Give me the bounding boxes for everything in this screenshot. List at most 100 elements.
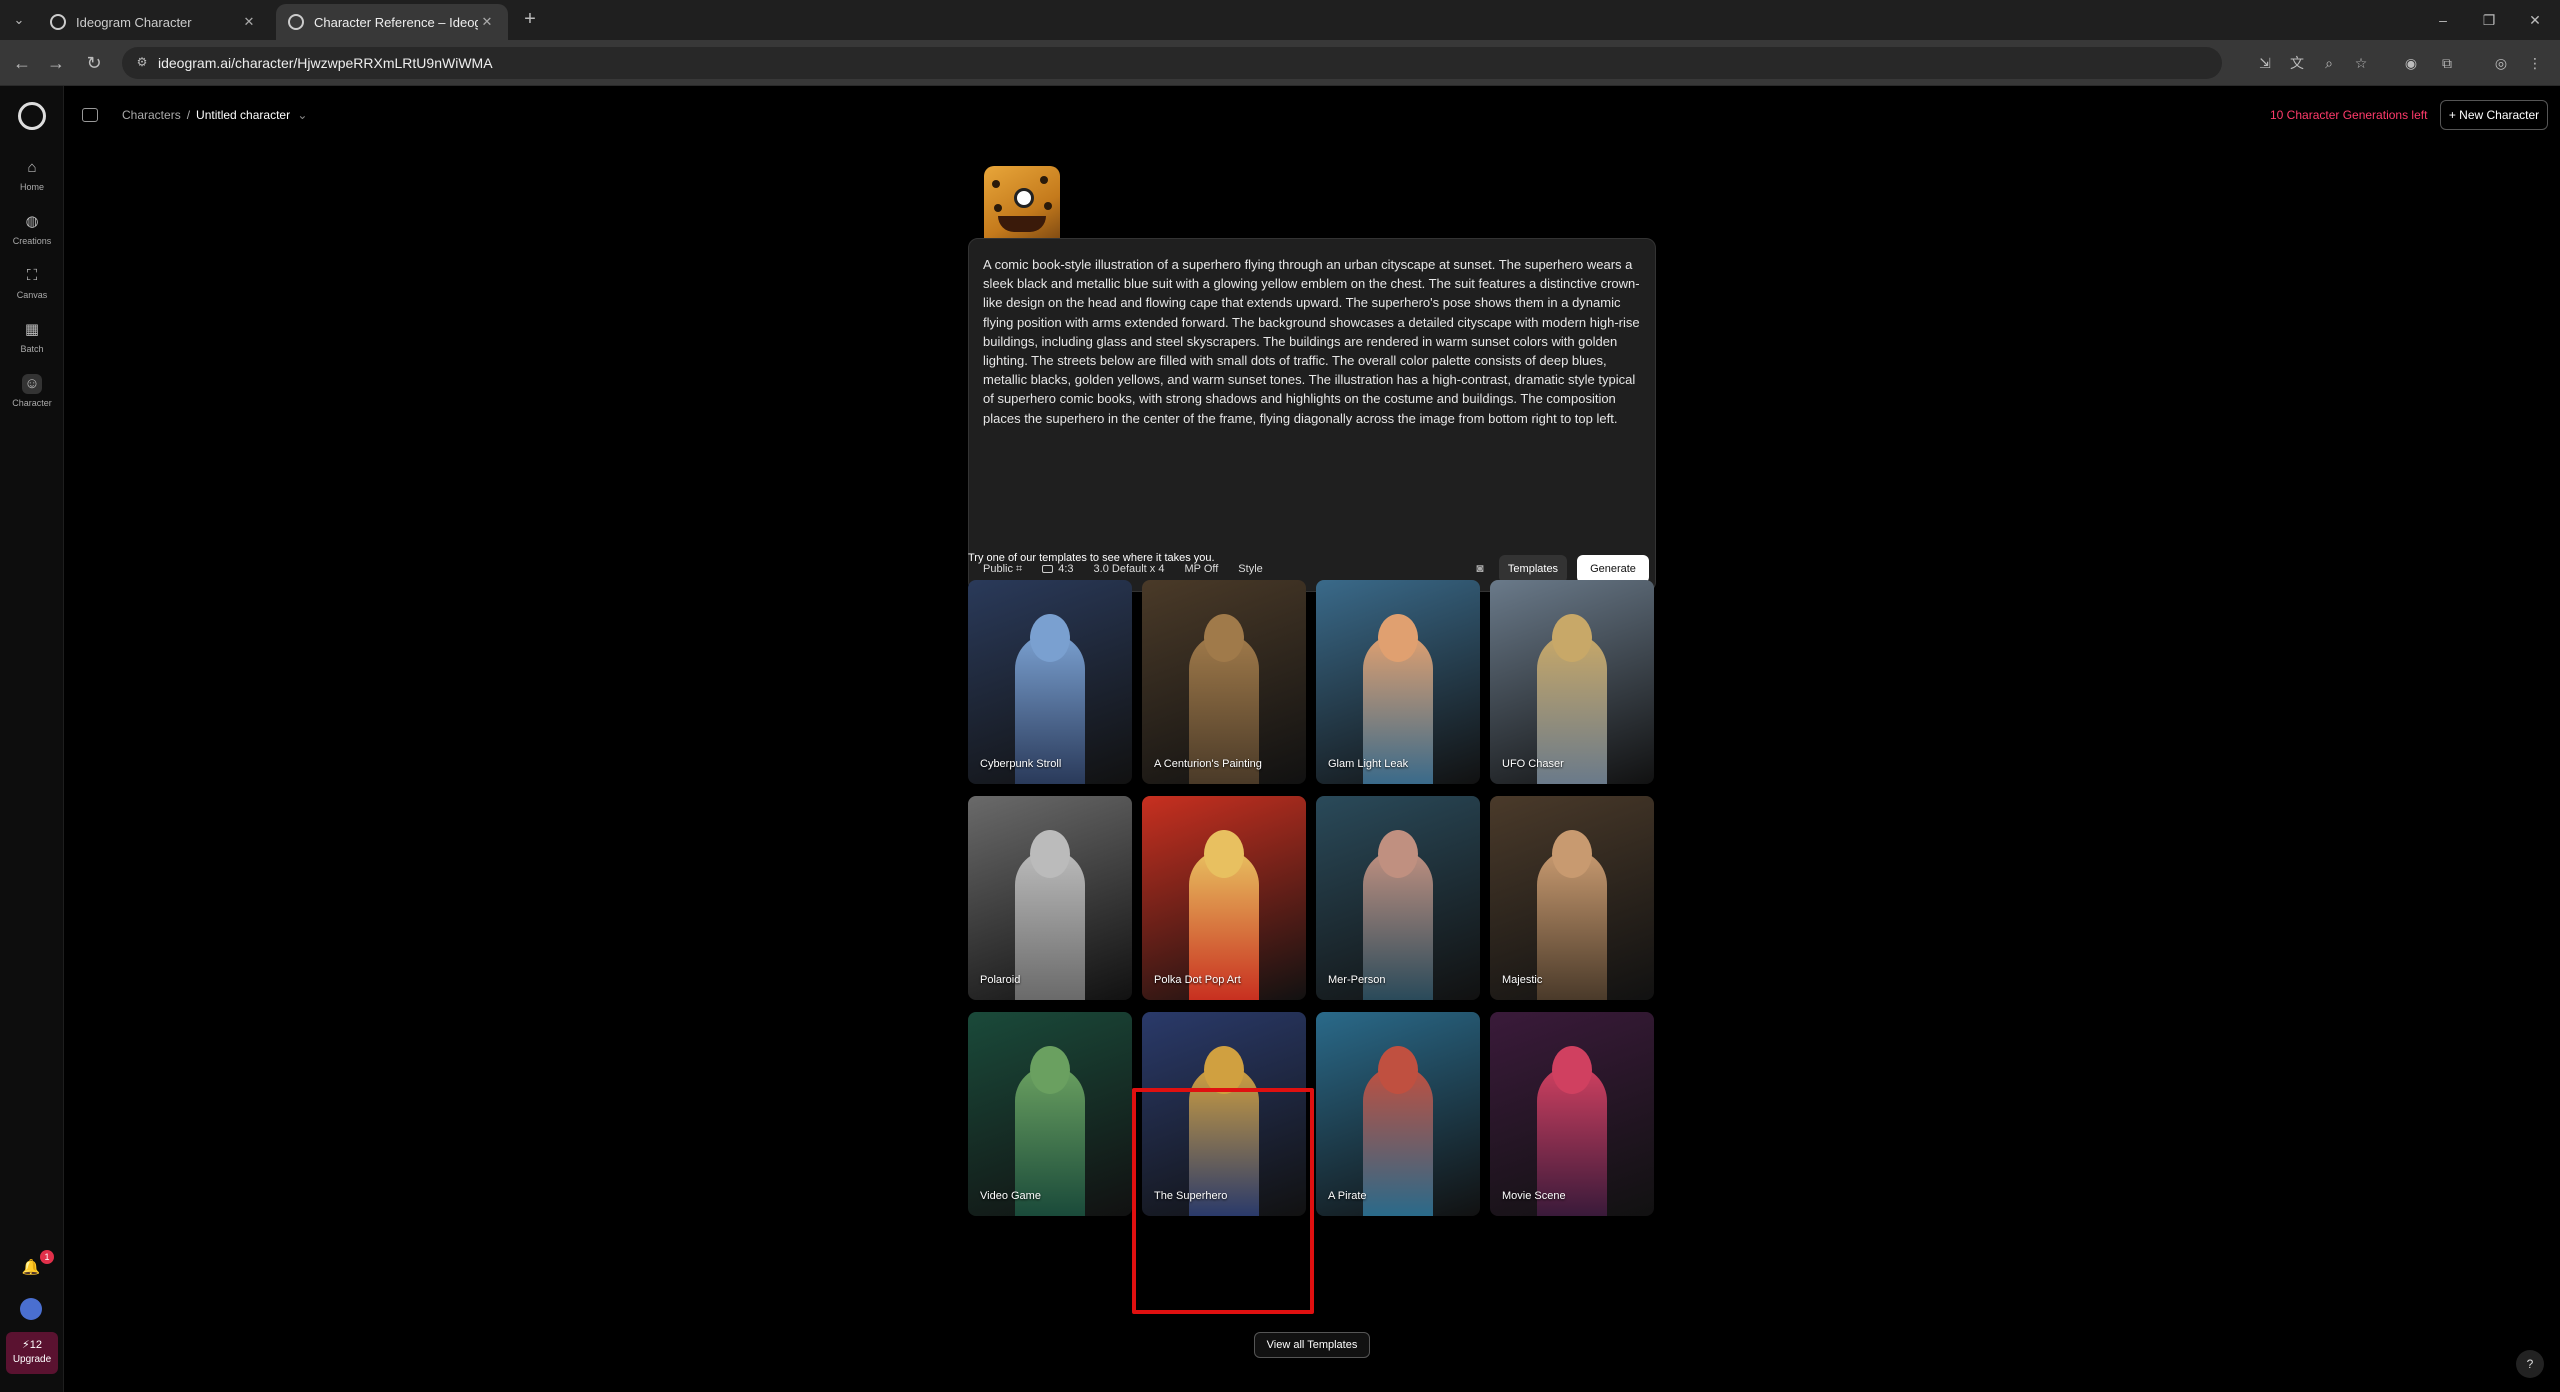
extension-icon[interactable]: ◉ — [2400, 52, 2422, 74]
home-icon: ⌂ — [27, 159, 37, 176]
template-card-label: Movie Scene — [1502, 1190, 1566, 1202]
character-icon: ☺ — [22, 374, 42, 394]
template-figure-head — [1030, 830, 1070, 878]
browser-tab-2[interactable]: Character Reference – Ideogr… ✕ — [276, 4, 508, 40]
ideogram-favicon-icon — [288, 14, 304, 30]
template-figure-head — [1030, 1046, 1070, 1094]
magic-prompt-option[interactable]: MP Off — [1184, 563, 1218, 575]
template-card-label: UFO Chaser — [1502, 758, 1564, 770]
creations-icon: ◍ — [25, 213, 39, 230]
template-figure-head — [1204, 830, 1244, 878]
generations-left-text: 10 Character Generations left — [2270, 108, 2428, 122]
notification-badge: 1 — [40, 1250, 54, 1264]
sidebar-item-home[interactable]: ⌂ Home — [4, 152, 60, 200]
sidebar: ⌂ Home ◍ Creations ⛶ Canvas ▦ Batch ☺ Ch… — [0, 86, 64, 1392]
upgrade-button[interactable]: ⚡12 Upgrade — [6, 1332, 58, 1374]
sidebar-item-batch[interactable]: ▦ Batch — [4, 314, 60, 362]
template-figure-head — [1552, 1046, 1592, 1094]
template-card[interactable]: Glam Light Leak — [1316, 580, 1480, 784]
browser-tab-1[interactable]: Ideogram Character ✕ — [38, 4, 270, 40]
canvas-icon: ⛶ — [26, 267, 38, 284]
close-tab-icon[interactable]: ✕ — [478, 14, 496, 30]
site-settings-icon[interactable]: ⚙ — [134, 55, 150, 71]
template-card[interactable]: Video Game — [968, 1012, 1132, 1216]
breadcrumb-characters[interactable]: Characters — [122, 108, 181, 122]
template-figure-head — [1378, 614, 1418, 662]
template-figure-head — [1378, 1046, 1418, 1094]
extensions-puzzle-icon[interactable]: ⧉ — [2436, 52, 2458, 74]
templates-button[interactable]: Templates — [1499, 555, 1567, 583]
credits-count: ⚡12 — [22, 1339, 42, 1351]
generate-button[interactable]: Generate — [1577, 555, 1649, 583]
reload-icon[interactable]: ↻ — [82, 51, 106, 75]
chevron-down-icon[interactable]: ⌄ — [297, 108, 307, 122]
template-card-label: Mer-Person — [1328, 974, 1386, 986]
help-button[interactable]: ? — [2516, 1350, 2544, 1378]
visibility-toggle[interactable]: Public ⌗ — [983, 563, 1022, 576]
close-window-icon[interactable]: ✕ — [2512, 6, 2558, 34]
install-app-icon[interactable]: ⇲ — [2254, 52, 2276, 74]
tab-search-icon[interactable]: ⌄ — [6, 8, 32, 32]
template-card[interactable]: Cyberpunk Stroll — [968, 580, 1132, 784]
ideogram-favicon-icon — [50, 14, 66, 30]
prompt-textarea[interactable]: A comic book-style illustration of a sup… — [983, 255, 1643, 428]
aspect-ratio-option[interactable]: 4:3 — [1042, 563, 1074, 575]
browser-toolbar: ← → ↻ ⚙ ideogram.ai/character/HjwzwpeRRX… — [0, 40, 2560, 86]
user-avatar[interactable] — [20, 1298, 42, 1320]
template-card[interactable]: Polaroid — [968, 796, 1132, 1000]
prompt-box[interactable]: A comic book-style illustration of a sup… — [968, 238, 1656, 592]
selected-template-highlight — [1132, 1088, 1314, 1314]
minimize-icon[interactable]: – — [2420, 6, 2466, 34]
aspect-ratio-icon — [1042, 565, 1054, 574]
restore-icon[interactable]: ❐ — [2466, 6, 2512, 34]
template-card-label: Polaroid — [980, 974, 1021, 986]
breadcrumb-current[interactable]: Untitled character — [196, 108, 290, 122]
template-figure-head — [1552, 614, 1592, 662]
zoom-icon[interactable]: ⌕ — [2318, 52, 2340, 74]
template-card-label: A Pirate — [1328, 1190, 1367, 1202]
bookmark-star-icon[interactable]: ☆ — [2350, 52, 2372, 74]
template-card-label: Majestic — [1502, 974, 1543, 986]
template-card[interactable]: Polka Dot Pop Art — [1142, 796, 1306, 1000]
camera-icon[interactable]: ◙ — [1469, 557, 1491, 579]
forward-icon[interactable]: → — [44, 51, 68, 75]
toggle-sidebar-icon[interactable] — [82, 108, 98, 122]
profile-icon[interactable]: ◎ — [2490, 52, 2512, 74]
sidebar-item-character[interactable]: ☺ Character — [4, 368, 60, 416]
style-option[interactable]: Style — [1238, 563, 1262, 575]
translate-icon[interactable]: 文 — [2286, 52, 2308, 74]
tab-title: Ideogram Character — [76, 14, 192, 30]
template-figure-head — [1204, 614, 1244, 662]
back-icon[interactable]: ← — [10, 51, 34, 75]
template-card[interactable]: Movie Scene — [1490, 1012, 1654, 1216]
template-card[interactable]: UFO Chaser — [1490, 580, 1654, 784]
tab-title: Character Reference – Ideogr… — [314, 14, 478, 30]
notifications-bell-icon[interactable]: 🔔 — [20, 1258, 42, 1280]
template-card[interactable]: A Pirate — [1316, 1012, 1480, 1216]
templates-intro: Try one of our templates to see where it… — [968, 552, 1215, 564]
new-tab-icon[interactable]: + — [518, 8, 542, 32]
template-figure-head — [1030, 614, 1070, 662]
view-all-templates-button[interactable]: View all Templates — [1254, 1332, 1370, 1358]
ideogram-logo-icon[interactable] — [18, 102, 46, 130]
model-option[interactable]: 3.0 Default x 4 — [1094, 563, 1165, 575]
template-card[interactable]: Majestic — [1490, 796, 1654, 1000]
browser-menu-icon[interactable]: ⋮ — [2524, 52, 2546, 74]
batch-icon: ▦ — [24, 321, 40, 338]
template-card[interactable]: A Centurion's Painting — [1142, 580, 1306, 784]
breadcrumb: Characters / Untitled character ⌄ — [122, 108, 308, 122]
browser-tab-bar: ⌄ Ideogram Character ✕ Character Referen… — [0, 0, 2560, 40]
ideogram-app: ⌂ Home ◍ Creations ⛶ Canvas ▦ Batch ☺ Ch… — [0, 86, 2560, 1392]
template-figure-head — [1204, 1046, 1244, 1094]
template-card-label: Polka Dot Pop Art — [1154, 974, 1241, 986]
template-card-label: A Centurion's Painting — [1154, 758, 1262, 770]
template-figure-head — [1552, 830, 1592, 878]
globe-icon: ⌗ — [1016, 562, 1023, 575]
sidebar-item-canvas[interactable]: ⛶ Canvas — [4, 260, 60, 308]
new-character-button[interactable]: + New Character — [2440, 100, 2548, 130]
template-card[interactable]: Mer-Person — [1316, 796, 1480, 1000]
sidebar-item-creations[interactable]: ◍ Creations — [4, 206, 60, 254]
close-tab-icon[interactable]: ✕ — [240, 14, 258, 30]
url-text: ideogram.ai/character/HjwzwpeRRXmLRtU9nW… — [158, 55, 493, 71]
address-bar[interactable]: ⚙ ideogram.ai/character/HjwzwpeRRXmLRtU9… — [122, 47, 2222, 79]
